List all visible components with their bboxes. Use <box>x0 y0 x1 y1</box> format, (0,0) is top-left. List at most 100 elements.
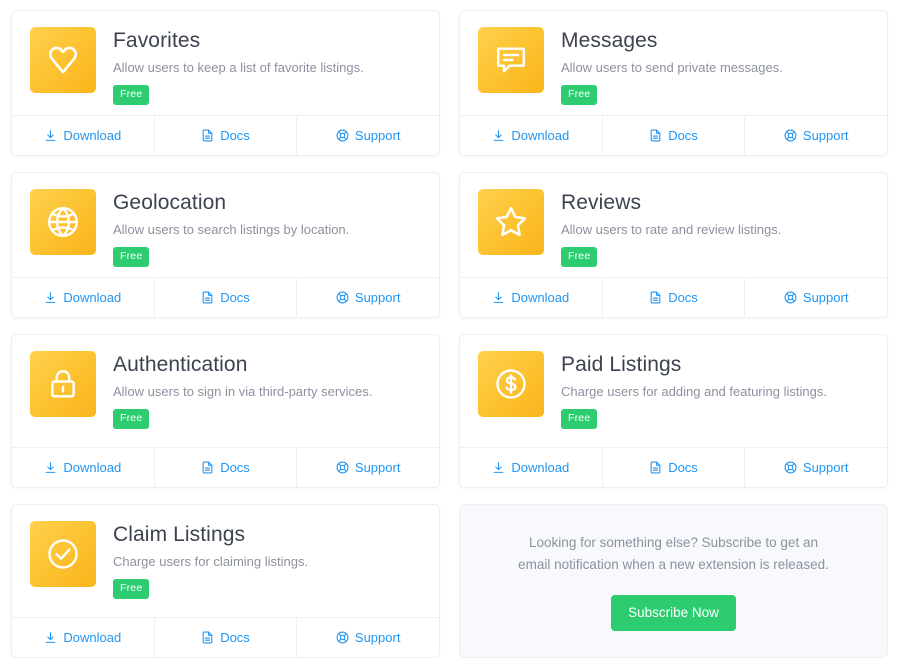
docs-label: Docs <box>668 127 698 143</box>
docs-label: Docs <box>220 459 250 475</box>
document-icon <box>649 129 662 142</box>
support-label: Support <box>354 289 401 305</box>
card-footer: Download Docs Support <box>12 115 439 155</box>
support-button[interactable]: Support <box>744 278 887 317</box>
price-badge: Free <box>561 409 598 429</box>
heart-icon <box>45 42 81 78</box>
card-description: Charge users for claiming listings. <box>113 554 309 569</box>
subscribe-panel-text: Looking for something else? Subscribe to… <box>518 534 829 572</box>
support-label: Support <box>354 459 401 475</box>
card-body: Paid Listings Charge users for adding an… <box>460 335 887 447</box>
life-ring-icon <box>336 631 349 644</box>
extension-icon-tile <box>30 189 96 255</box>
life-ring-icon <box>336 291 349 304</box>
card-text: Favorites Allow users to keep a list of … <box>113 27 364 105</box>
support-button[interactable]: Support <box>296 448 439 487</box>
docs-label: Docs <box>220 289 250 305</box>
download-button[interactable]: Download <box>460 278 602 317</box>
docs-button[interactable]: Docs <box>153 448 297 487</box>
price-badge: Free <box>113 247 150 267</box>
globe-icon <box>45 204 81 240</box>
download-button[interactable]: Download <box>12 116 154 155</box>
card-description: Allow users to sign in via third-party s… <box>113 384 373 399</box>
document-icon <box>201 129 214 142</box>
card-body: Reviews Allow users to rate and review l… <box>460 173 887 277</box>
download-label: Download <box>63 289 122 305</box>
download-button[interactable]: Download <box>460 116 602 155</box>
price-badge: Free <box>561 85 598 105</box>
card-body: Authentication Allow users to sign in vi… <box>12 335 439 447</box>
card-title: Messages <box>561 29 658 52</box>
extension-card-reviews[interactable]: Reviews Allow users to rate and review l… <box>459 172 888 318</box>
docs-button[interactable]: Docs <box>601 116 745 155</box>
extension-icon-tile <box>30 351 96 417</box>
docs-button[interactable]: Docs <box>153 618 297 657</box>
docs-button[interactable]: Docs <box>601 278 745 317</box>
price-badge: Free <box>561 247 598 267</box>
card-text: Geolocation Allow users to search listin… <box>113 189 349 267</box>
docs-label: Docs <box>220 127 250 143</box>
extension-icon-tile <box>30 521 96 587</box>
star-icon <box>492 203 530 241</box>
card-description: Charge users for adding and featuring li… <box>561 384 827 399</box>
life-ring-icon <box>784 291 797 304</box>
download-label: Download <box>511 289 570 305</box>
document-icon <box>201 631 214 644</box>
card-text: Paid Listings Charge users for adding an… <box>561 351 827 429</box>
card-text: Authentication Allow users to sign in vi… <box>113 351 372 429</box>
subscribe-now-button[interactable]: Subscribe Now <box>611 594 736 631</box>
card-body: Geolocation Allow users to search listin… <box>12 173 439 277</box>
extension-card-authentication[interactable]: Authentication Allow users to sign in vi… <box>11 334 440 488</box>
download-label: Download <box>63 459 122 475</box>
extension-icon-tile <box>478 27 544 93</box>
subscribe-panel: Looking for something else? Subscribe to… <box>459 504 888 658</box>
download-label: Download <box>511 459 570 475</box>
download-button[interactable]: Download <box>12 278 154 317</box>
life-ring-icon <box>784 129 797 142</box>
extension-icon-tile <box>478 189 544 255</box>
card-title: Geolocation <box>113 191 227 214</box>
docs-button[interactable]: Docs <box>153 116 297 155</box>
card-footer: Download Docs Support <box>12 447 439 487</box>
extension-card-geolocation[interactable]: Geolocation Allow users to search listin… <box>11 172 440 318</box>
download-button[interactable]: Download <box>12 618 154 657</box>
download-label: Download <box>511 127 570 143</box>
price-badge: Free <box>113 579 150 599</box>
card-footer: Download Docs Support <box>460 115 887 155</box>
extension-card-claim-listings[interactable]: Claim Listings Charge users for claiming… <box>11 504 440 658</box>
extension-card-messages[interactable]: Messages Allow users to send private mes… <box>459 10 888 156</box>
extension-card-paid-listings[interactable]: Paid Listings Charge users for adding an… <box>459 334 888 488</box>
document-icon <box>201 291 214 304</box>
card-text: Claim Listings Charge users for claiming… <box>113 521 308 599</box>
card-footer: Download Docs Support <box>460 277 887 317</box>
life-ring-icon <box>336 129 349 142</box>
download-icon <box>44 291 57 304</box>
download-icon <box>44 129 57 142</box>
dollar-circle-icon <box>493 366 529 402</box>
card-footer: Download Docs Support <box>12 277 439 317</box>
support-label: Support <box>354 127 401 143</box>
card-title: Reviews <box>561 191 642 214</box>
support-button[interactable]: Support <box>744 116 887 155</box>
price-badge: Free <box>113 409 150 429</box>
card-description: Allow users to send private messages. <box>561 60 783 75</box>
card-title: Authentication <box>113 353 248 376</box>
extension-icon-tile <box>478 351 544 417</box>
life-ring-icon <box>784 461 797 474</box>
extension-card-favorites[interactable]: Favorites Allow users to keep a list of … <box>11 10 440 156</box>
download-button[interactable]: Download <box>460 448 602 487</box>
check-circle-icon <box>45 536 81 572</box>
download-label: Download <box>63 127 122 143</box>
support-button[interactable]: Support <box>744 448 887 487</box>
card-text: Messages Allow users to send private mes… <box>561 27 783 105</box>
download-button[interactable]: Download <box>12 448 154 487</box>
support-button[interactable]: Support <box>296 116 439 155</box>
docs-button[interactable]: Docs <box>601 448 745 487</box>
document-icon <box>201 461 214 474</box>
extensions-grid: Favorites Allow users to keep a list of … <box>0 0 900 658</box>
support-button[interactable]: Support <box>296 618 439 657</box>
download-icon <box>44 631 57 644</box>
support-button[interactable]: Support <box>296 278 439 317</box>
docs-button[interactable]: Docs <box>153 278 297 317</box>
docs-label: Docs <box>668 289 698 305</box>
